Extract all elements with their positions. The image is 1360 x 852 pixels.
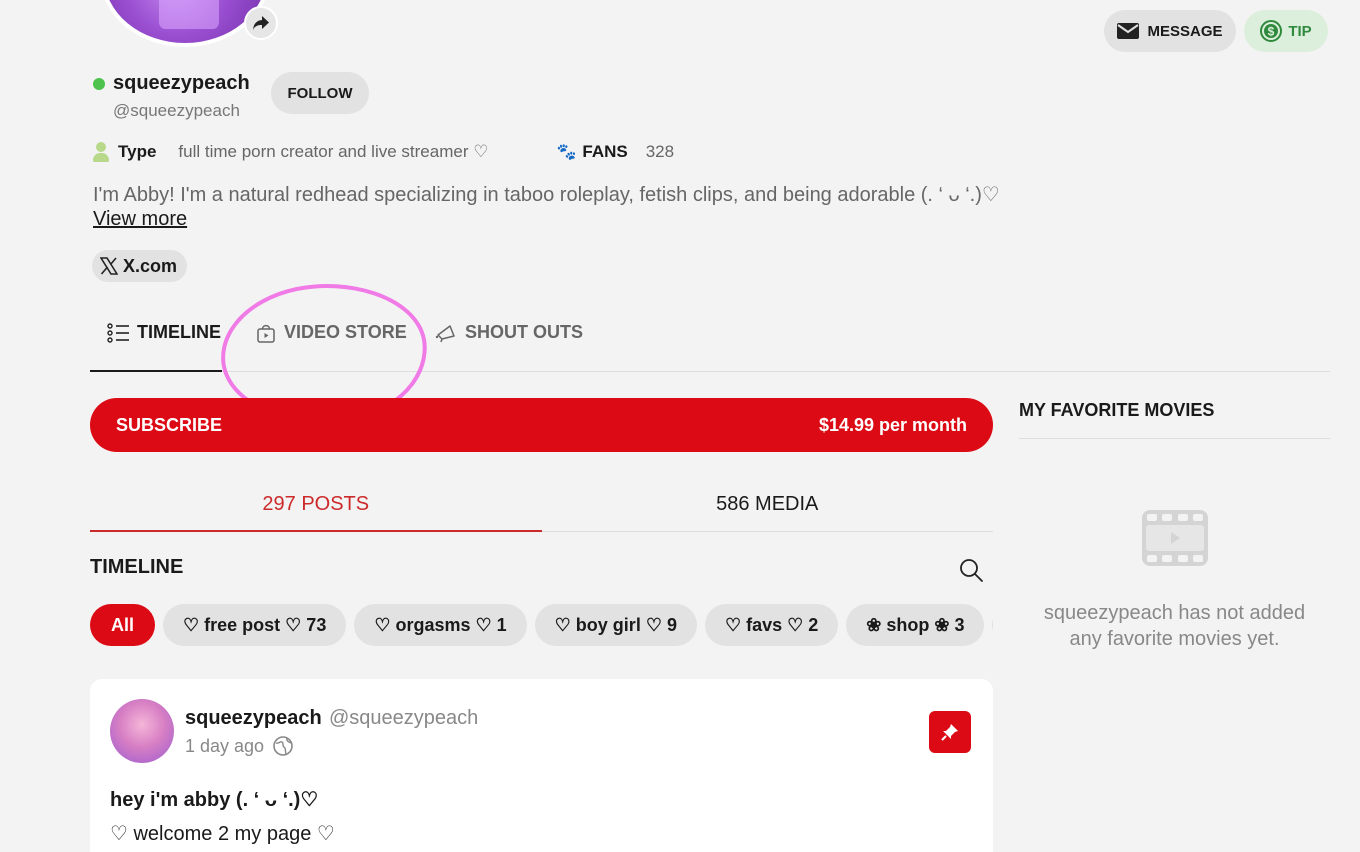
filter-chip-orgasms[interactable]: ♡ orgasms ♡ 1 (354, 604, 527, 646)
tab-video-store-label: VIDEO STORE (284, 322, 407, 342)
list-icon (107, 322, 129, 343)
tab-posts[interactable]: 297 POSTS (90, 478, 542, 532)
globe-icon (273, 736, 293, 756)
pin-icon (941, 724, 958, 741)
pinned-post-button[interactable] (929, 711, 971, 753)
timeline-heading: TIMELINE (90, 556, 184, 578)
tab-timeline-label: TIMELINE (137, 322, 221, 342)
profile-bio: I'm Abby! I'm a natural redhead speciali… (93, 184, 1000, 206)
shopping-bag-icon (257, 324, 275, 343)
profile-handle: @squeezypeach (113, 101, 240, 120)
filter-chip-boy-girl[interactable]: ♡ boy girl ♡ 9 (534, 604, 697, 646)
favorite-movies-empty-message: squeezypeach has not added any favorite … (1019, 600, 1330, 652)
person-icon (93, 142, 109, 162)
subscribe-label: SUBSCRIBE (116, 414, 223, 435)
fans-count: 328 (645, 142, 675, 161)
megaphone-icon (435, 324, 455, 342)
post-text-line: ♡ welcome 2 my page ♡ (110, 823, 335, 845)
profile-display-name: squeezypeach (113, 72, 250, 94)
search-icon (960, 559, 983, 582)
fans-paw-icon: 🐾 (556, 144, 577, 161)
post-timestamp-row: 1 day ago (185, 735, 294, 757)
profile-page: MESSAGE $ TIP squeezypeach @squeezypeach… (0, 0, 1360, 852)
dollar-coin-icon: $ (1260, 20, 1283, 42)
timeline-filter-chips: All ♡ free post ♡ 73 ♡ orgasms ♡ 1 ♡ boy… (90, 604, 993, 648)
active-tab-indicator (90, 370, 222, 372)
filter-chip-free-post[interactable]: ♡ free post ♡ 73 (163, 604, 347, 646)
x-social-link[interactable]: X.com (92, 250, 188, 282)
subscribe-price: $14.99 per month (818, 414, 967, 435)
post-time: 1 day ago (185, 735, 265, 756)
tab-shout-outs-label: SHOUT OUTS (465, 322, 584, 342)
type-label: Type (118, 142, 157, 161)
tab-shout-outs[interactable]: SHOUT OUTS (435, 322, 583, 343)
svg-text:$: $ (1268, 25, 1275, 39)
post-card: squeezypeach @squeezypeach 1 day ago hey… (90, 679, 993, 852)
envelope-icon (1117, 23, 1140, 39)
tip-label: TIP (1288, 22, 1312, 40)
film-strip-icon (1142, 510, 1208, 566)
filter-chip-all[interactable]: All (90, 604, 156, 646)
view-more-link[interactable]: View more (93, 208, 187, 231)
filter-chip-more[interactable]: ❀ (992, 604, 993, 646)
favorite-movies-title: MY FAVORITE MOVIES (1019, 400, 1215, 420)
fans-label: FANS (582, 142, 628, 161)
message-button[interactable]: MESSAGE (1104, 10, 1236, 52)
filter-chip-shop[interactable]: ❀ shop ❀ 3 (846, 604, 985, 646)
content-tabs: 297 POSTS 586 MEDIA (90, 478, 993, 532)
tab-timeline[interactable]: TIMELINE (107, 322, 221, 343)
post-author-handle: @squeezypeach (329, 707, 479, 729)
timeline-search-button[interactable] (958, 557, 984, 583)
type-value: full time porn creator and live streamer… (178, 142, 489, 161)
favorite-movies-divider (1019, 438, 1330, 439)
post-author-name[interactable]: squeezypeach (185, 707, 322, 730)
empty-message-line: any favorite movies yet. (1069, 628, 1280, 650)
online-status-dot (93, 78, 105, 90)
subscribe-button[interactable]: SUBSCRIBE $14.99 per month (90, 398, 993, 452)
x-social-label: X.com (123, 255, 178, 276)
filter-chip-favs[interactable]: ♡ favs ♡ 2 (704, 604, 839, 646)
tip-button[interactable]: $ TIP (1244, 10, 1328, 52)
follow-button[interactable]: FOLLOW (271, 72, 369, 114)
tab-media[interactable]: 586 MEDIA (542, 478, 994, 531)
profile-nav-tabs: TIMELINE VIDEO STORE SHOUT OUTS (90, 300, 1330, 372)
post-text-line: hey i'm abby (. ‘ ᴗ ‘.)♡ (110, 789, 319, 811)
tab-video-store[interactable]: VIDEO STORE (256, 322, 407, 343)
share-button[interactable] (244, 6, 278, 40)
share-arrow-icon (253, 16, 269, 30)
message-label: MESSAGE (1147, 22, 1223, 40)
profile-meta-row: Type full time porn creator and live str… (93, 142, 674, 162)
x-logo-icon (100, 257, 118, 275)
empty-message-line: squeezypeach has not added (1043, 602, 1306, 624)
post-author-avatar[interactable] (110, 699, 174, 763)
